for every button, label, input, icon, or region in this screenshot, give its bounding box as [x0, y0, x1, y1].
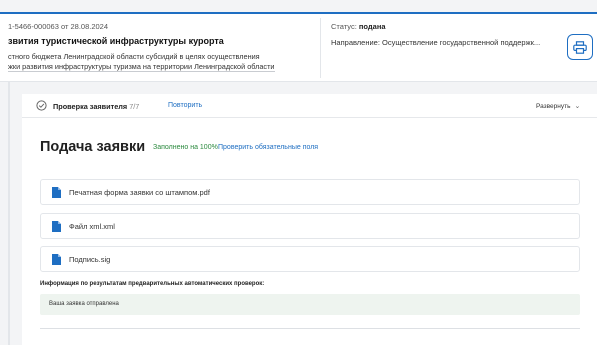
auto-check-result: Ваша заявка отправлена — [40, 294, 580, 315]
status-line: Статус: подана — [331, 22, 386, 31]
document-icon — [52, 187, 61, 198]
submission-card: Подача заявки Заполнено на 100% Проверит… — [22, 118, 597, 345]
status-badge: подана — [358, 22, 386, 31]
application-header: 1-5466-000063 от 28.08.2024 звития турис… — [0, 14, 597, 82]
header-divider — [320, 18, 321, 78]
file-name: Подпись.sig — [69, 255, 111, 264]
description-line-2: жки развития инфраструктуры туризма на т… — [8, 61, 275, 72]
status-label: Статус: — [331, 22, 357, 31]
expand-button[interactable]: Развернуть ⌄ — [536, 102, 580, 110]
file-item-xml[interactable]: Файл xml.xml — [40, 213, 580, 239]
application-description: стного бюджета Ленинградской области суб… — [8, 52, 275, 72]
retry-link[interactable]: Повторить — [168, 102, 202, 109]
chevron-down-icon: ⌄ — [574, 103, 581, 110]
printer-icon — [573, 40, 587, 54]
divider — [40, 328, 580, 329]
application-title: звития туристической инфраструктуры куро… — [8, 36, 224, 46]
left-rail — [8, 82, 10, 345]
check-label-text: Проверка заявителя — [53, 102, 128, 111]
file-item-pdf[interactable]: Печатная форма заявки со штампом.pdf — [40, 179, 580, 205]
auto-check-info-label: Информация по результатам предварительны… — [40, 281, 265, 287]
check-label: Проверка заявителя 7/7 — [53, 102, 139, 111]
direction-text: Направление: Осуществление государственн… — [331, 38, 541, 47]
page-title: Подача заявки — [40, 139, 146, 155]
document-icon — [52, 221, 61, 232]
check-count: 7/7 — [129, 102, 140, 111]
header-status: Статус: подана Направление: Осуществлени… — [331, 14, 561, 82]
file-item-sig[interactable]: Подпись.sig — [40, 246, 580, 272]
check-circle-icon — [36, 100, 47, 111]
applicant-check-bar: Проверка заявителя 7/7 Повторить Разверн… — [22, 94, 597, 118]
auto-check-result-text: Ваша заявка отправлена — [49, 301, 119, 307]
file-name: Печатная форма заявки со штампом.pdf — [69, 188, 210, 197]
expand-label: Развернуть — [536, 103, 571, 110]
description-line-1: стного бюджета Ленинградской области суб… — [8, 52, 260, 61]
application-id: 1-5466-000063 от 28.08.2024 — [8, 22, 109, 31]
check-required-fields-link[interactable]: Проверить обязательные поля — [218, 144, 318, 151]
print-button[interactable] — [567, 34, 593, 60]
document-icon — [52, 254, 61, 265]
file-name: Файл xml.xml — [69, 222, 115, 231]
fill-status: Заполнено на 100% — [153, 144, 218, 151]
header-info: 1-5466-000063 от 28.08.2024 звития турис… — [8, 14, 320, 82]
